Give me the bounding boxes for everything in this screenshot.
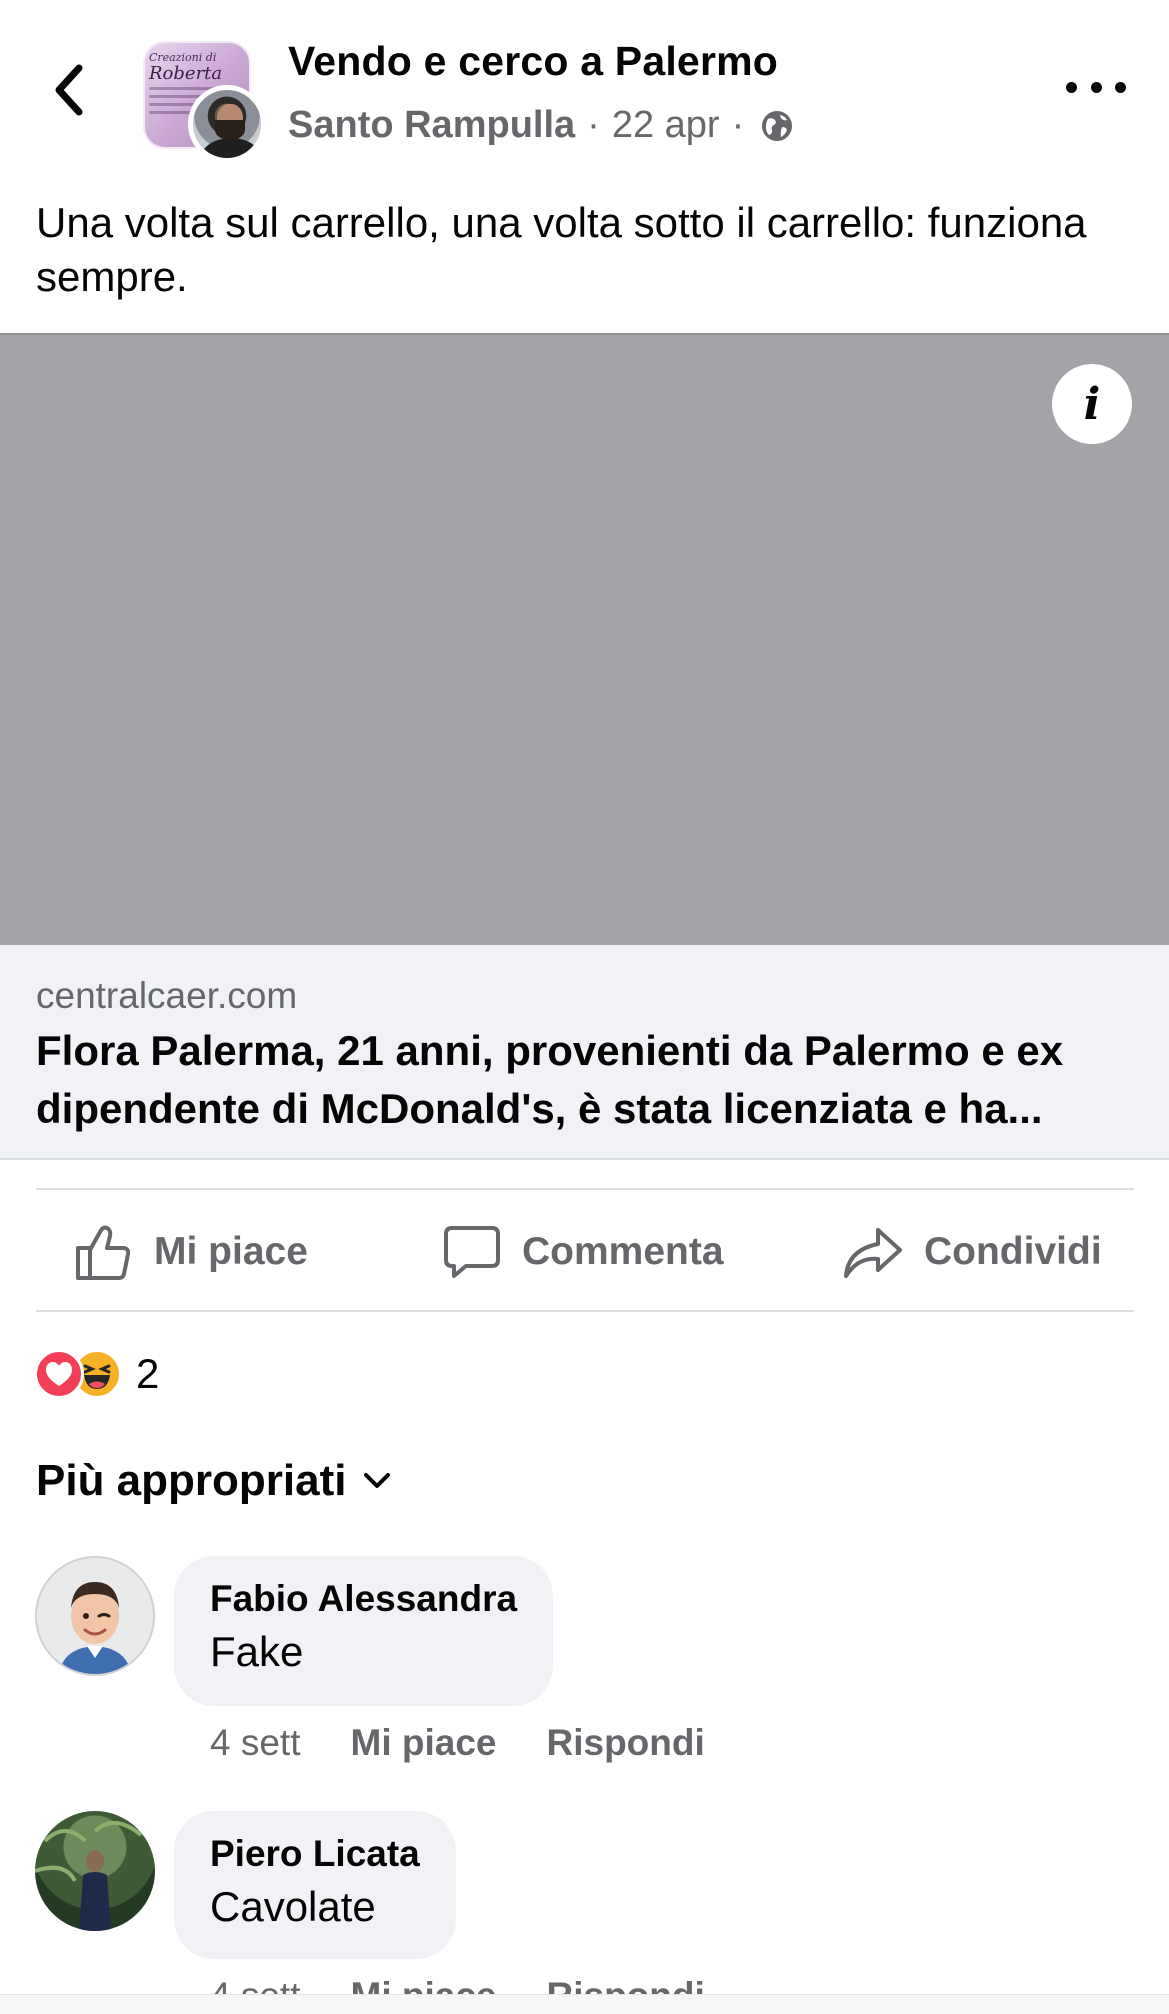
comment-label: Commenta: [522, 1230, 724, 1273]
comment-actions: 4 sett Mi piace Rispondi: [210, 1722, 755, 1764]
comment-bubble[interactable]: Fabio Alessandra Fake: [174, 1556, 554, 1706]
post-text: Una volta sul carrello, una volta sotto …: [36, 199, 1087, 300]
divider: [36, 1310, 1134, 1312]
group-avatar-title: Roberta: [149, 63, 223, 84]
love-reaction-icon: [34, 1349, 84, 1399]
post-avatar-group[interactable]: Creazioni di Roberta: [143, 41, 271, 163]
post-date[interactable]: 22 apr: [612, 104, 720, 147]
globe-icon: [762, 110, 793, 141]
comment-text: Fake: [210, 1628, 304, 1675]
share-icon: [844, 1228, 902, 1278]
like-label: Mi piace: [154, 1230, 308, 1273]
comment-avatar[interactable]: [35, 1556, 155, 1676]
comment-time[interactable]: 4 sett: [210, 1722, 301, 1764]
thumbs-up-icon: [76, 1225, 131, 1280]
chevron-down-icon: [364, 1473, 391, 1488]
reaction-count: 2: [136, 1350, 160, 1397]
comment-text: Cavolate: [210, 1883, 376, 1930]
author-avatar[interactable]: [188, 85, 266, 163]
comment-author[interactable]: Fabio Alessandra: [210, 1578, 517, 1620]
bottom-bar-edge: [0, 1994, 1169, 2014]
comment-icon: [444, 1226, 500, 1278]
meta-separator: ·: [587, 104, 600, 146]
memoji-avatar-icon: [37, 1558, 153, 1674]
reactions-summary[interactable]: 2: [34, 1348, 159, 1400]
comment-avatar[interactable]: [35, 1811, 155, 1931]
back-button[interactable]: [46, 60, 90, 120]
author-name-link[interactable]: Santo Rampulla: [288, 104, 575, 147]
divider: [36, 1188, 1134, 1190]
link-preview-image[interactable]: [0, 333, 1169, 945]
comment-bubble[interactable]: Piero Licata Cavolate: [174, 1811, 456, 1959]
comment-like-button[interactable]: Mi piace: [351, 1722, 497, 1764]
like-button[interactable]: Mi piace: [74, 1222, 308, 1282]
meta-separator: ·: [731, 104, 745, 146]
comment-button[interactable]: Commenta: [442, 1222, 724, 1282]
comment-author[interactable]: Piero Licata: [210, 1833, 420, 1875]
post-page: Creazioni di Roberta Vendo e cerco a Pal…: [0, 0, 1169, 2014]
comment-reply-button[interactable]: Rispondi: [547, 1722, 705, 1764]
sort-label: Più appropriati: [36, 1456, 347, 1505]
link-title[interactable]: Flora Palerma, 21 anni, provenienti da P…: [36, 1022, 1146, 1138]
link-domain: centralcaer.com: [36, 975, 298, 1016]
info-icon[interactable]: i: [1052, 364, 1132, 444]
post-meta: Santo Rampulla · 22 apr ·: [288, 104, 794, 147]
chevron-left-icon: [55, 64, 83, 116]
person-photo-icon: [35, 1821, 143, 1931]
share-label: Condividi: [924, 1230, 1102, 1273]
group-name-link[interactable]: Vendo e cerco a Palermo: [288, 38, 778, 85]
comment-sort-dropdown[interactable]: Più appropriati: [36, 1456, 392, 1506]
share-button[interactable]: Condividi: [842, 1222, 1102, 1282]
more-options-button[interactable]: [1066, 72, 1126, 102]
